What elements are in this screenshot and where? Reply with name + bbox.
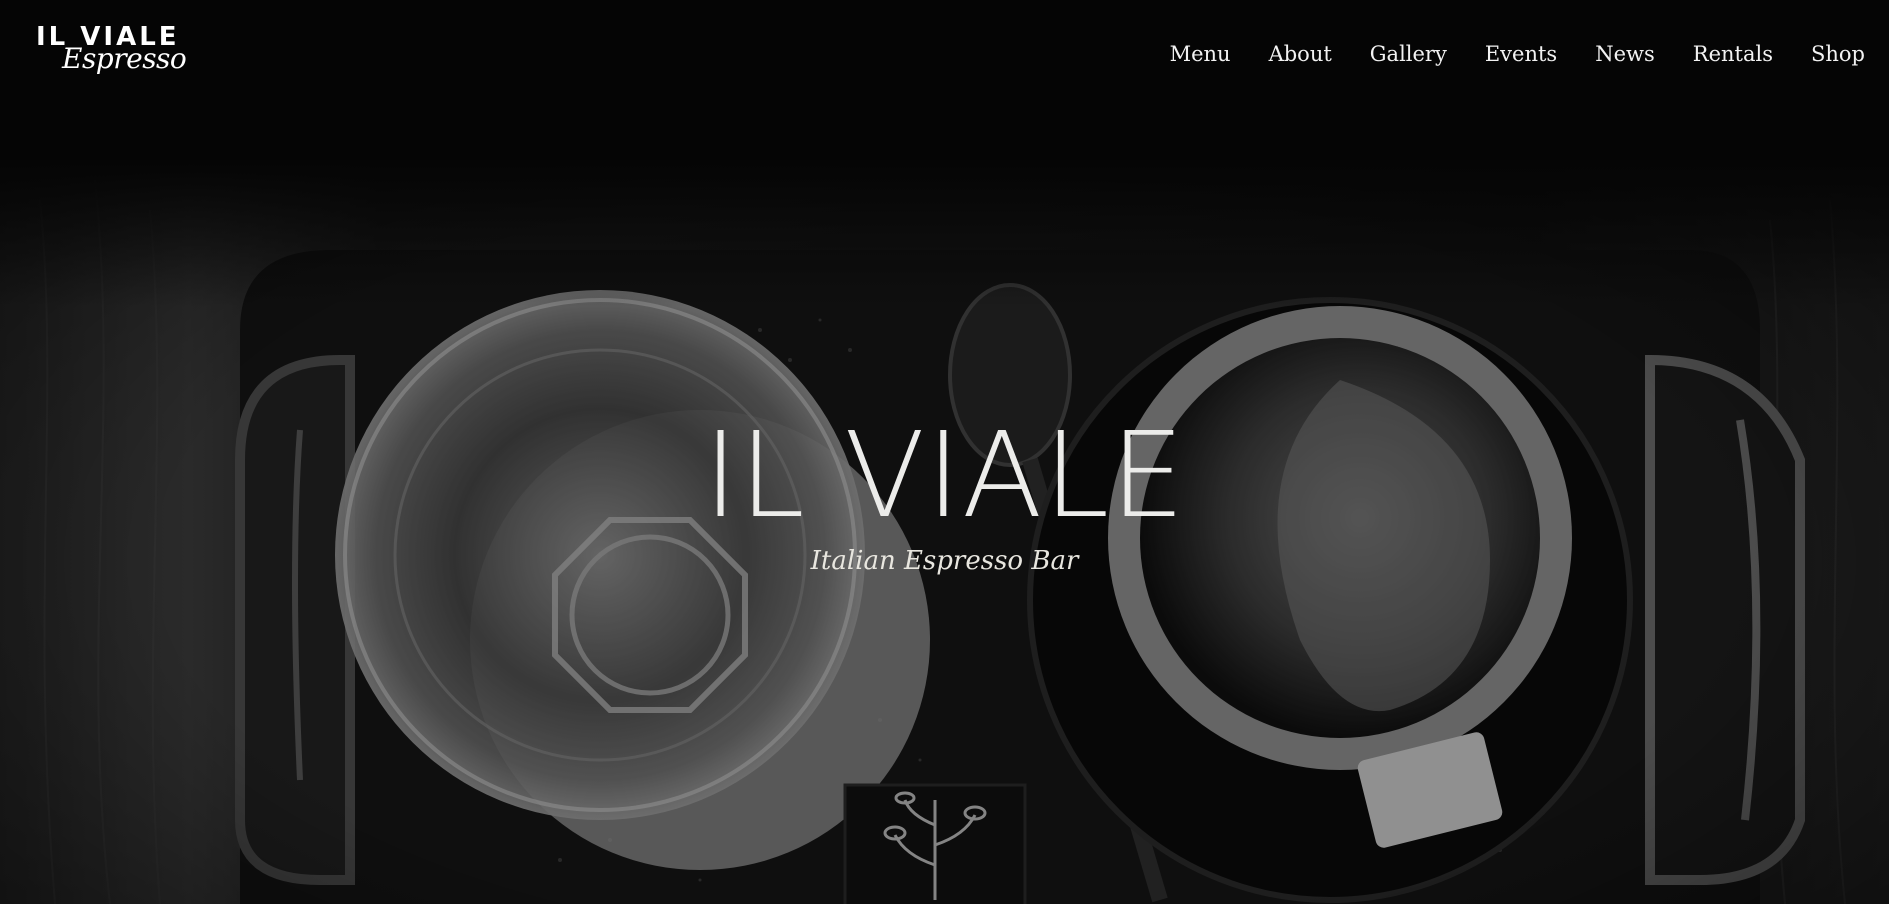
- nav-item-news[interactable]: News: [1595, 40, 1655, 68]
- nav-item-gallery[interactable]: Gallery: [1370, 40, 1447, 68]
- main-nav: Menu About Gallery Events News Rentals S…: [1170, 40, 1865, 68]
- hero-subtitle: Italian Espresso Bar: [810, 546, 1079, 576]
- nav-item-about[interactable]: About: [1269, 40, 1332, 68]
- hero-title: IL VIALE: [703, 406, 1186, 544]
- nav-item-shop[interactable]: Shop: [1811, 40, 1865, 68]
- site-header: IL VIALE Espresso Menu About Gallery Eve…: [0, 0, 1889, 110]
- nav-item-rentals[interactable]: Rentals: [1693, 40, 1773, 68]
- logo-link[interactable]: IL VIALE Espresso: [36, 24, 187, 84]
- nav-item-events[interactable]: Events: [1485, 40, 1557, 68]
- nav-item-menu[interactable]: Menu: [1170, 40, 1231, 68]
- logo-script: Espresso: [62, 42, 187, 75]
